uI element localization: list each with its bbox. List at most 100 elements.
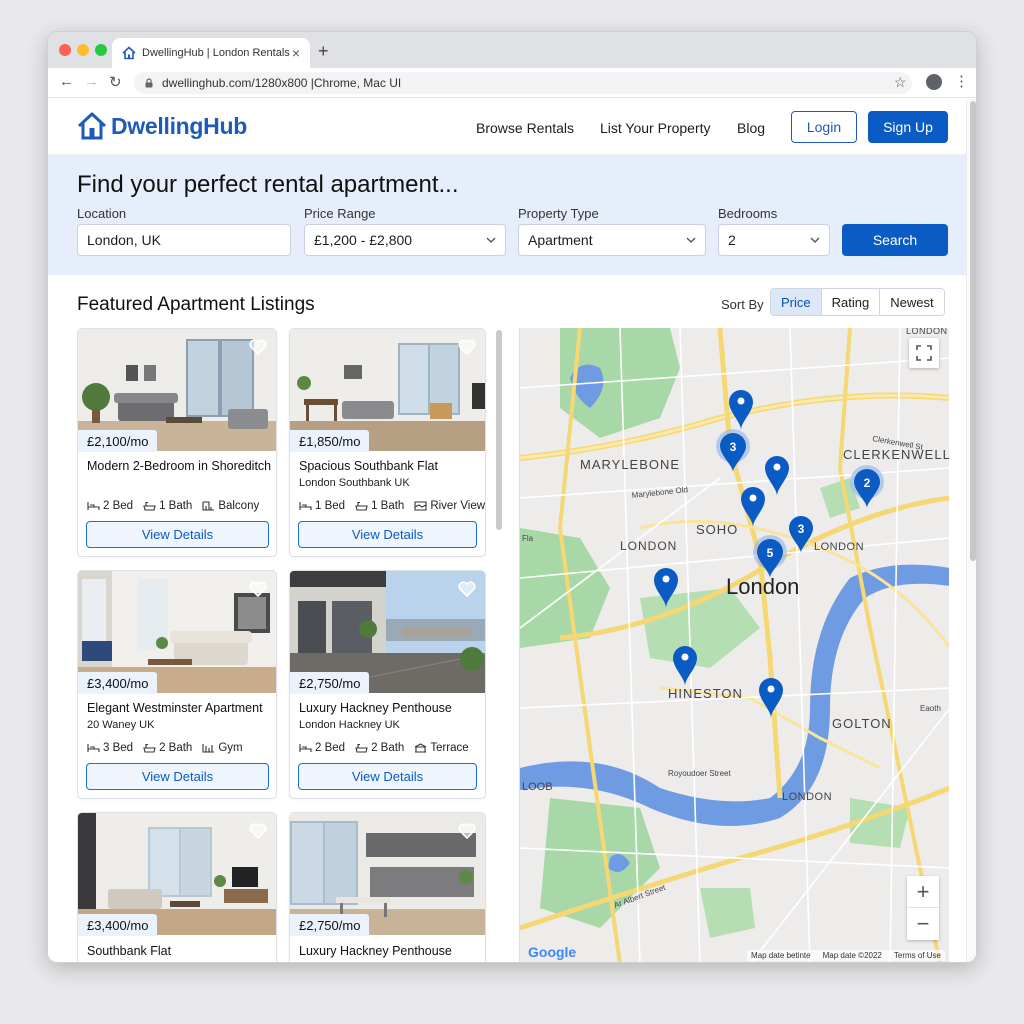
search-button[interactable]: Search: [842, 224, 948, 256]
bath-icon: [143, 743, 156, 753]
heart-icon[interactable]: [249, 339, 267, 355]
profile-avatar-icon[interactable]: [926, 74, 942, 90]
fullscreen-expand-icon[interactable]: [909, 338, 939, 368]
listing-card[interactable]: £3,400/mo Elegant Westminster Apartment …: [77, 570, 277, 799]
address-bar[interactable]: dwellinghub.com/1280x800 |Chrome, Mac UI: [134, 72, 912, 94]
bed-count: 2 Bed: [315, 742, 346, 754]
bath-icon: [143, 501, 156, 511]
sort-rating-button[interactable]: Rating: [821, 289, 881, 315]
tab-title: DwellingHub | London Rentals: [142, 47, 290, 59]
sort-toggle-group: Price Rating Newest: [770, 288, 945, 316]
login-button[interactable]: Login: [791, 111, 857, 143]
view-details-button[interactable]: View Details: [86, 763, 269, 790]
property-type-label: Property Type: [518, 206, 599, 221]
sort-newest-button[interactable]: Newest: [880, 289, 944, 315]
bed-icon: [299, 502, 312, 510]
heart-icon[interactable]: [458, 823, 476, 839]
listing-title: Luxury Hackney Penthouse: [299, 701, 452, 715]
sort-price-button[interactable]: Price: [771, 289, 822, 315]
maximize-window-button[interactable]: [95, 44, 107, 56]
google-logo: Google: [528, 944, 576, 960]
bedrooms-select[interactable]: 2: [718, 224, 830, 256]
bath-icon: [355, 743, 368, 753]
new-tab-button[interactable]: +: [318, 41, 329, 62]
property-type-value: Apartment: [528, 232, 593, 248]
close-tab-icon[interactable]: ×: [292, 45, 300, 61]
cluster-count: 5: [767, 546, 774, 560]
tab-bar: DwellingHub | London Rentals × +: [48, 32, 976, 68]
gym-icon: [202, 744, 215, 753]
search-title: Find your perfect rental apartment...: [77, 171, 459, 198]
listing-card[interactable]: £3,400/mo Southbank Flat: [77, 812, 277, 962]
map-label-marylebone: MARYLEBONE: [580, 457, 680, 472]
forward-arrow-icon[interactable]: →: [84, 73, 99, 90]
reload-icon[interactable]: ↻: [109, 73, 122, 91]
listing-address: London Southbank UK: [299, 477, 410, 489]
heart-icon[interactable]: [458, 339, 476, 355]
map-data-notice[interactable]: Map date betinte: [751, 951, 811, 960]
listing-title: Southbank Flat: [87, 944, 172, 958]
heart-icon[interactable]: [249, 581, 267, 597]
nav-list-property[interactable]: List Your Property: [600, 120, 711, 136]
heart-icon[interactable]: [458, 581, 476, 597]
listing-address: 20 Waney UK: [87, 719, 155, 731]
listing-card[interactable]: £2,750/mo Luxury Hackney Penthouse: [289, 812, 486, 962]
site-logo[interactable]: DwellingHub: [77, 111, 247, 141]
map-street-5: Fla: [522, 534, 534, 543]
zoom-out-button[interactable]: −: [907, 908, 939, 940]
url-text: dwellinghub.com/1280x800 |Chrome, Mac UI: [162, 76, 402, 90]
map-panel[interactable]: MARYLEBONE CLERKENWELL SOHO LONDON LONDO…: [519, 328, 949, 962]
browser-tab[interactable]: DwellingHub | London Rentals ×: [112, 38, 310, 68]
back-arrow-icon[interactable]: ←: [59, 73, 74, 90]
listing-address: London Hackney UK: [299, 719, 400, 731]
price-tag: £2,750/mo: [290, 914, 370, 936]
terms-of-use-link[interactable]: Terms of Use: [894, 951, 941, 960]
bed-icon: [87, 502, 100, 510]
listing-card[interactable]: £1,850/mo Spacious Southbank Flat London…: [289, 328, 486, 557]
listing-card[interactable]: £2,750/mo Luxury Hackney Penthouse Londo…: [289, 570, 486, 799]
terrace-icon: [415, 743, 427, 753]
signup-button[interactable]: Sign Up: [868, 111, 948, 143]
bed-icon: [299, 744, 312, 752]
heart-icon[interactable]: [249, 823, 267, 839]
nav-blog[interactable]: Blog: [737, 120, 765, 136]
view-details-button[interactable]: View Details: [86, 521, 269, 548]
page-viewport: DwellingHub Browse Rentals List Your Pro…: [48, 99, 966, 962]
price-tag: £3,400/mo: [78, 672, 158, 694]
view-details-button[interactable]: View Details: [298, 521, 477, 548]
lock-icon: [145, 78, 153, 88]
browser-menu-icon[interactable]: ⋮: [954, 72, 969, 90]
map-label-soho: SOHO: [696, 522, 738, 537]
scrollbar-thumb[interactable]: [970, 101, 976, 561]
location-input[interactable]: London, UK: [77, 224, 291, 256]
price-range-label: Price Range: [304, 206, 376, 221]
minimize-window-button[interactable]: [77, 44, 89, 56]
map-canvas: MARYLEBONE CLERKENWELL SOHO LONDON LONDO…: [520, 328, 949, 962]
zoom-in-button[interactable]: +: [907, 876, 939, 908]
property-type-select[interactable]: Apartment: [518, 224, 706, 256]
bath-count: 2 Bath: [371, 742, 405, 754]
listings-scrollbar[interactable]: [496, 330, 502, 530]
browser-toolbar: ← → ↻ dwellinghub.com/1280x800 |Chrome, …: [48, 68, 976, 98]
price-tag: £3,400/mo: [78, 914, 158, 936]
map-label-clerkenwell: CLERKENWELL: [843, 447, 949, 462]
search-panel: Find your perfect rental apartment... Lo…: [48, 155, 966, 275]
close-window-button[interactable]: [59, 44, 71, 56]
map-label-london-south: LONDON: [782, 791, 832, 803]
page-scrollbar[interactable]: [966, 99, 976, 962]
cluster-count: 2: [864, 476, 871, 490]
map-label-london-north: LONDON: [906, 328, 948, 336]
listing-title: Modern 2-Bedroom in Shoreditch: [87, 459, 272, 473]
sort-by-label: Sort By: [721, 297, 764, 312]
listing-card[interactable]: £2,100/mo Modern 2-Bedroom in Shoreditch…: [77, 328, 277, 557]
view-icon: [414, 501, 427, 511]
map-label-hineston: HINESTON: [668, 686, 743, 701]
bookmark-star-icon[interactable]: ☆: [894, 74, 907, 91]
nav-browse-rentals[interactable]: Browse Rentals: [476, 120, 574, 136]
price-range-select[interactable]: £1,200 - £2,800: [304, 224, 506, 256]
price-range-value: £1,200 - £2,800: [314, 232, 413, 248]
bed-count: 1 Bed: [315, 500, 346, 512]
view-details-button[interactable]: View Details: [298, 763, 477, 790]
map-data-copyright[interactable]: Map date ©2022: [823, 951, 882, 960]
amenities-row: 3 Bed 2 Bath Gym: [87, 742, 253, 754]
